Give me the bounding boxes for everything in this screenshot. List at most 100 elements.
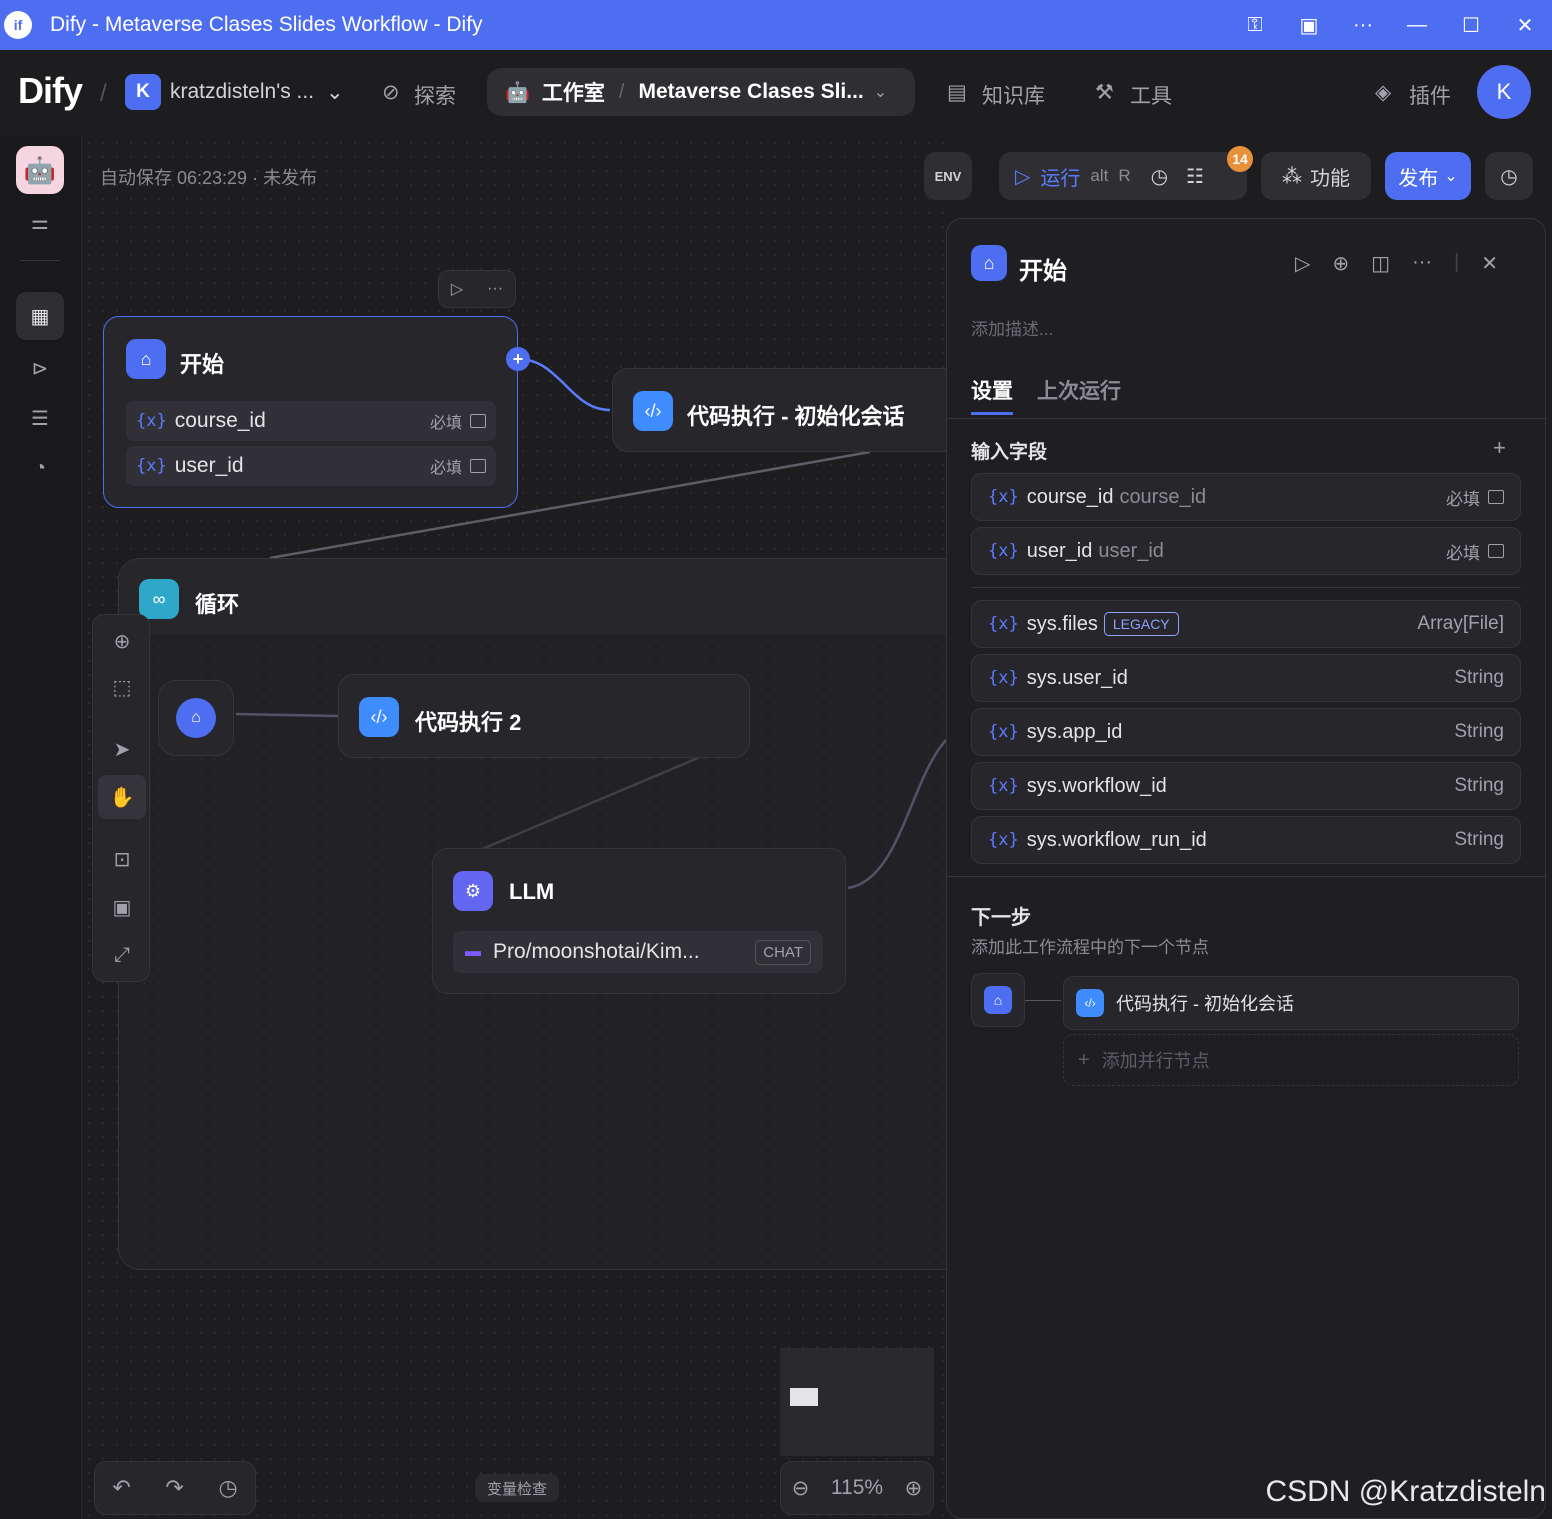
variable-icon: {x} — [988, 776, 1019, 796]
book-icon[interactable]: ◫ — [1371, 251, 1390, 276]
play-icon[interactable]: ▷ — [451, 279, 463, 299]
zoom-level[interactable]: 115% — [831, 1476, 883, 1500]
variable-inspect-button[interactable]: 变量检查 — [475, 1474, 560, 1502]
home-icon: ⌂ — [176, 698, 216, 738]
fullscreen-icon[interactable]: ⤢ — [98, 933, 146, 977]
zoom-out-icon[interactable]: ⊖ — [792, 1476, 810, 1501]
zoom-in-icon[interactable]: ⊕ — [905, 1476, 923, 1501]
history-icon[interactable]: ◷ — [218, 1475, 237, 1501]
variable-icon: {x} — [988, 668, 1019, 688]
cast-icon[interactable]: ▣ — [1282, 0, 1336, 50]
cube-icon: ◈ — [1375, 81, 1392, 104]
features-button[interactable]: ⁂ 功能 — [1261, 152, 1371, 200]
close-icon[interactable]: ✕ — [1481, 251, 1498, 276]
input-fields-heading: 输入字段 — [971, 442, 1048, 463]
undo-icon[interactable]: ↶ — [112, 1475, 130, 1501]
play-icon[interactable]: ▷ — [1295, 251, 1310, 276]
start-var-row: {x} user_id 必填 — [126, 446, 496, 486]
test-run-history-icon[interactable]: ◷ — [1151, 164, 1168, 189]
play-icon[interactable]: ▷ — [1015, 164, 1030, 189]
redo-icon[interactable]: ↷ — [165, 1475, 183, 1501]
system-field-row: {x} sys.files LEGACY Array[File] — [971, 600, 1521, 648]
book-icon: ▤ — [947, 81, 967, 104]
publish-button[interactable]: 发布 ⌄ — [1385, 152, 1471, 200]
field-type: String — [1454, 775, 1504, 796]
code-init-node[interactable]: ‹/› 代码执行 - 初始化会话 — [612, 368, 948, 452]
chevron-down-icon: ⌄ — [1444, 168, 1458, 185]
field-alias: course_id — [1119, 485, 1207, 508]
llm-title: LLM — [509, 879, 555, 904]
nav-tools[interactable]: 工具 — [1130, 80, 1172, 110]
next-step-heading: 下一步 — [971, 907, 1031, 929]
version-history-icon[interactable]: ◷ — [1485, 152, 1533, 200]
required-label: 必填 — [1446, 543, 1480, 563]
llm-model-row: ▬ Pro/moonshotai/Kim... CHAT — [453, 931, 823, 973]
variable-icon: {x} — [988, 541, 1019, 561]
home-icon: ⌂ — [971, 245, 1007, 281]
variable-icon: {x} — [988, 722, 1019, 742]
legacy-badge: LEGACY — [1103, 612, 1179, 636]
current-node-chip: ⌂ — [971, 973, 1025, 1027]
user-avatar[interactable]: K — [1477, 65, 1531, 119]
field-type: String — [1454, 667, 1504, 688]
field-type: String — [1454, 721, 1504, 742]
field-name: sys.workflow_id — [1026, 774, 1167, 797]
brain-icon: ⚙ — [453, 871, 493, 911]
add-field-plus-icon[interactable]: + — [1493, 435, 1506, 461]
help-icon[interactable]: ⊕ — [1332, 251, 1349, 276]
minimize-button[interactable]: — — [1390, 0, 1444, 50]
run-button-group: ▷ 运行 alt R ◷ ☷ — [999, 152, 1247, 200]
nav-knowledge[interactable]: 知识库 — [982, 80, 1045, 110]
field-name: course_id — [1026, 485, 1114, 508]
description-input[interactable]: 添加描述... — [971, 315, 1053, 340]
close-window-button[interactable]: ✕ — [1498, 0, 1552, 50]
more-icon[interactable]: ··· — [1336, 0, 1390, 50]
section-divider — [947, 876, 1547, 877]
tab-divider — [947, 418, 1547, 419]
llm-node[interactable]: ⚙ LLM ▬ Pro/moonshotai/Kim... CHAT — [432, 848, 846, 994]
checklist-count-badge: 14 — [1227, 146, 1253, 172]
tab-last-run[interactable]: 上次运行 — [1037, 375, 1121, 405]
nav-plugins[interactable]: 插件 — [1409, 80, 1451, 110]
checklist-icon[interactable]: ☷ — [1186, 164, 1204, 189]
tool-icon: ⚒ — [1095, 81, 1114, 104]
home-icon: ⌂ — [126, 339, 166, 379]
loop-node-header — [119, 559, 949, 635]
loop-start-node[interactable]: ⌂ — [158, 680, 234, 756]
organize-icon[interactable]: ▣ — [98, 885, 146, 929]
run-label[interactable]: 运行 — [1040, 162, 1080, 191]
pointer-icon[interactable]: ➤ — [98, 727, 146, 771]
field-name: sys.files — [1026, 612, 1098, 635]
add-node-icon[interactable]: ⊕ — [98, 619, 146, 663]
env-button[interactable]: ENV — [924, 152, 972, 200]
code2-node[interactable]: ‹/› 代码执行 2 — [338, 674, 750, 758]
text-input-icon — [470, 414, 486, 428]
shortcut-alt: alt — [1090, 166, 1109, 185]
next-step-connector — [1025, 1000, 1061, 1001]
export-image-icon[interactable]: ⊡ — [98, 837, 146, 881]
input-field-row[interactable]: {x} course_id course_id 必填 — [971, 473, 1521, 521]
more-icon[interactable]: ··· — [487, 280, 503, 298]
key-icon[interactable]: ⚿ — [1228, 0, 1282, 50]
add-note-icon[interactable]: ⬚ — [98, 665, 146, 709]
variable-icon: {x} — [136, 411, 167, 431]
field-type: String — [1454, 829, 1504, 850]
panel-title[interactable]: 开始 — [1019, 251, 1067, 286]
more-icon[interactable]: ··· — [1412, 251, 1432, 276]
next-node-item[interactable]: ‹/› 代码执行 - 初始化会话 — [1063, 976, 1519, 1030]
add-parallel-node-button[interactable]: + 添加并行节点 — [1063, 1034, 1519, 1086]
tab-settings[interactable]: 设置 — [971, 375, 1013, 405]
input-field-row[interactable]: {x} user_id user_id 必填 — [971, 527, 1521, 575]
minimap[interactable] — [780, 1348, 934, 1456]
plus-icon: + — [1078, 1048, 1090, 1071]
add-node-plus-icon[interactable]: + — [506, 347, 530, 371]
var-name: course_id — [174, 409, 266, 432]
variable-icon: {x} — [988, 614, 1019, 634]
active-tab-indicator — [971, 412, 1013, 415]
hand-icon[interactable]: ✋ — [98, 775, 146, 819]
home-icon: ⌂ — [984, 986, 1012, 1014]
maximize-button[interactable]: ☐ — [1444, 0, 1498, 50]
start-node[interactable]: ⌂ 开始 {x} course_id 必填 {x} user_id 必填 — [103, 316, 518, 508]
node-config-panel: ⌂ 开始 ▷ ⊕ ◫ ··· | ✕ 添加描述... 设置 上次运行 输入字段 … — [946, 218, 1547, 1519]
system-field-row: {x} sys.workflow_run_id String — [971, 816, 1521, 864]
